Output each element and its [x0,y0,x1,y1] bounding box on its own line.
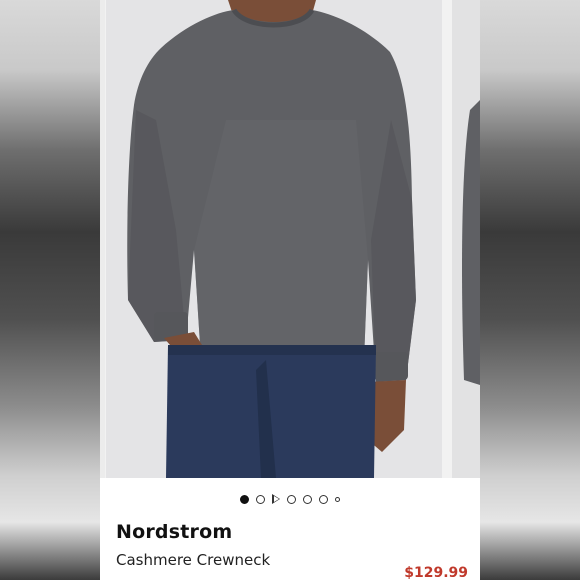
product-title[interactable]: Cashmere Crewneck [116,551,270,569]
carousel-dot-5[interactable] [303,494,312,504]
carousel-indicators [100,490,480,508]
next-slide-edge[interactable] [452,0,480,478]
image-carousel[interactable] [100,0,480,478]
product-image[interactable] [106,0,442,478]
carousel-dot-4[interactable] [287,494,296,504]
carousel-dot-1[interactable] [240,494,249,504]
product-card[interactable]: Nordstrom Cashmere Crewneck $129.99 [100,0,480,580]
carousel-dot-2[interactable] [256,494,265,504]
product-brand[interactable]: Nordstrom [116,521,232,543]
product-price: $129.99 [404,565,468,580]
carousel-dot-6[interactable] [319,494,328,504]
carousel-dot-more[interactable] [335,496,340,502]
play-icon[interactable] [272,494,280,504]
sweater-photo [106,0,442,478]
blurred-backdrop-right [480,0,580,580]
blurred-backdrop-left [0,0,100,580]
next-slide-preview [462,100,480,385]
previous-slide-edge[interactable] [100,0,105,478]
